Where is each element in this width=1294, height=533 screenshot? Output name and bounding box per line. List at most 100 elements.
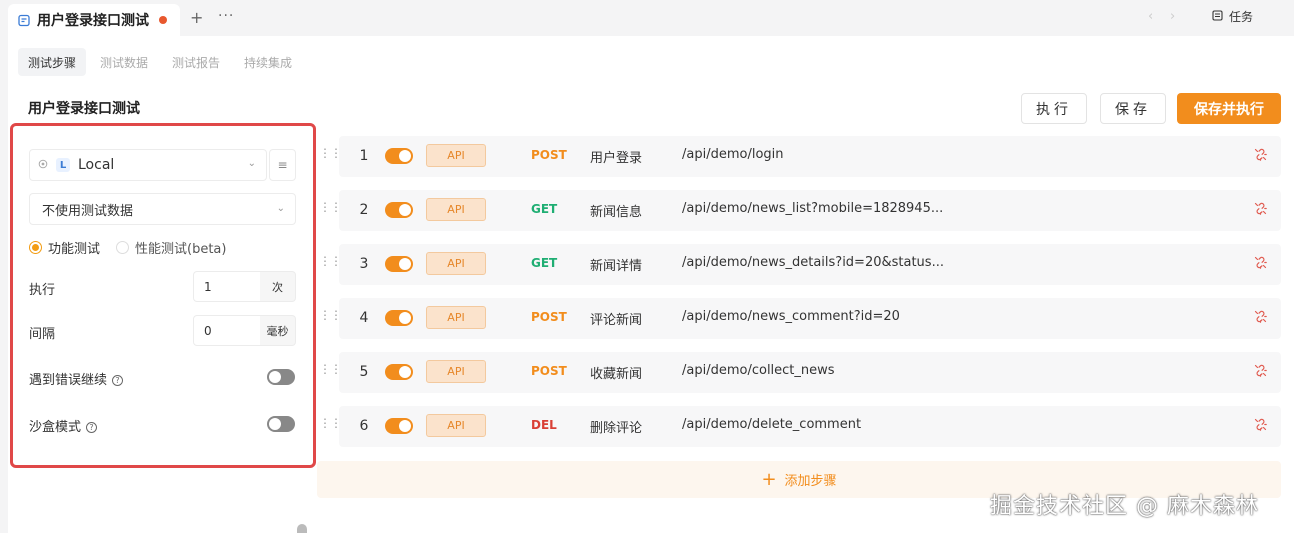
step-name: 用户登录: [590, 151, 643, 166]
step-enable-toggle[interactable]: [385, 148, 413, 164]
scrollbar-thumb[interactable]: [297, 524, 307, 533]
chevron-down-icon: ⌄: [276, 203, 285, 214]
nav-forward-icon[interactable]: ›: [1170, 9, 1175, 24]
functional-test-radio[interactable]: [29, 241, 42, 254]
unlink-icon[interactable]: [1254, 202, 1267, 219]
add-step-label: 添加步骤: [784, 474, 837, 489]
step-row[interactable]: ⋮⋮ 1 API POST 用户登录/api/demo/login: [319, 136, 1281, 177]
plus-icon: +: [761, 468, 777, 490]
environment-menu-button[interactable]: ≡: [269, 149, 296, 181]
step-url: /api/demo/news_details?id=20&status...: [682, 255, 944, 270]
step-name: 评论新闻: [590, 313, 643, 328]
page-title: 用户登录接口测试: [28, 101, 140, 117]
task-icon: [1212, 9, 1223, 24]
tab-test-report[interactable]: 测试报告: [162, 48, 230, 76]
step-index: 4: [359, 310, 369, 326]
performance-test-label: 性能测试(beta): [135, 242, 227, 257]
step-enable-toggle[interactable]: [385, 202, 413, 218]
test-data-value: 不使用测试数据: [42, 203, 134, 219]
drag-handle-icon[interactable]: ⋮⋮: [319, 309, 342, 321]
step-type-badge: API: [426, 414, 486, 437]
sub-tabs: 测试步骤 测试数据 测试报告 持续集成: [18, 48, 302, 76]
unlink-icon[interactable]: [1254, 148, 1267, 165]
drag-handle-icon[interactable]: ⋮⋮: [319, 147, 342, 159]
step-enable-toggle[interactable]: [385, 364, 413, 380]
step-row[interactable]: ⋮⋮ 4 API POST 评论新闻/api/demo/news_comment?id=…: [319, 298, 1281, 339]
step-row[interactable]: ⋮⋮ 5 API POST 收藏新闻/api/demo/collect_news: [319, 352, 1281, 393]
step-url: /api/demo/login: [682, 147, 784, 162]
test-mode-group: 功能测试 性能测试(beta): [29, 238, 226, 257]
step-type-badge: API: [426, 306, 486, 329]
step-url: /api/demo/delete_comment: [682, 417, 862, 432]
task-label: 任务: [1229, 10, 1254, 24]
nav-back-icon[interactable]: ‹: [1148, 9, 1153, 24]
environment-icon: [38, 157, 48, 173]
help-icon[interactable]: ?: [86, 422, 98, 433]
sandbox-switch[interactable]: [267, 416, 295, 432]
step-enable-toggle[interactable]: [385, 418, 413, 434]
continue-on-error-switch[interactable]: [267, 369, 295, 385]
unsaved-dot-icon: [159, 16, 167, 24]
add-tab-button[interactable]: +: [190, 10, 203, 26]
tab-bar: 用户登录接口测试 + ··· ‹ › 任务: [0, 0, 1294, 36]
step-name: 新闻详情: [590, 259, 643, 274]
step-index: 2: [359, 202, 369, 218]
menu-icon: ≡: [277, 158, 288, 172]
http-method: DEL: [531, 418, 557, 432]
http-method: POST: [531, 310, 567, 324]
tab-test-steps[interactable]: 测试步骤: [18, 48, 87, 76]
drag-handle-icon[interactable]: ⋮⋮: [319, 363, 342, 375]
save-and-run-button[interactable]: 保存并执行: [1177, 93, 1281, 124]
continue-on-error-label: 遇到错误继续?: [29, 369, 124, 388]
run-button[interactable]: 执行: [1021, 93, 1087, 124]
tab-test-data[interactable]: 测试数据: [90, 48, 158, 76]
step-row[interactable]: ⋮⋮ 6 API DEL 删除评论/api/demo/delete_comment: [319, 406, 1281, 447]
main-panel: 测试步骤 测试数据 测试报告 持续集成 用户登录接口测试 执行 保存 保存并执行…: [8, 36, 1294, 533]
step-enable-toggle[interactable]: [385, 310, 413, 326]
document-tab-title: 用户登录接口测试: [37, 13, 149, 29]
step-name: 新闻信息: [590, 205, 643, 220]
test-case-icon: [18, 14, 31, 27]
drag-handle-icon[interactable]: ⋮⋮: [319, 201, 342, 213]
step-row[interactable]: ⋮⋮ 2 API GET 新闻信息/api/demo/news_list?mobile=…: [319, 190, 1281, 231]
sandbox-label: 沙盒模式?: [29, 416, 98, 435]
step-type-badge: API: [426, 252, 486, 275]
help-icon[interactable]: ?: [112, 375, 124, 386]
step-index: 5: [359, 364, 369, 380]
unlink-icon[interactable]: [1254, 418, 1267, 435]
functional-test-label: 功能测试: [48, 242, 101, 257]
http-method: POST: [531, 364, 567, 378]
environment-select[interactable]: L Local ⌄: [29, 149, 267, 181]
environment-badge: L: [56, 158, 70, 172]
more-tabs-button[interactable]: ···: [218, 8, 234, 24]
interval-input[interactable]: 0: [193, 315, 261, 346]
environment-name: Local: [78, 157, 115, 173]
drag-handle-icon[interactable]: ⋮⋮: [319, 255, 342, 267]
unlink-icon[interactable]: [1254, 256, 1267, 273]
exec-count-label: 执行: [29, 283, 56, 298]
run-config-panel: L Local ⌄ ≡ 不使用测试数据 ⌄ 功能测试 性能测试(beta) 执行…: [10, 123, 316, 468]
step-type-badge: API: [426, 360, 486, 383]
step-enable-toggle[interactable]: [385, 256, 413, 272]
chevron-down-icon: ⌄: [247, 158, 256, 169]
step-name: 删除评论: [590, 421, 643, 436]
watermark: 掘金技术社区 @ 麻木森林: [990, 494, 1259, 519]
step-url: /api/demo/collect_news: [682, 363, 835, 378]
http-method: POST: [531, 148, 567, 162]
step-row[interactable]: ⋮⋮ 3 API GET 新闻详情/api/demo/news_details?id=2…: [319, 244, 1281, 285]
exec-count-input[interactable]: 1: [193, 271, 261, 302]
drag-handle-icon[interactable]: ⋮⋮: [319, 417, 342, 429]
step-url: /api/demo/news_list?mobile=1828945...: [682, 201, 944, 216]
step-url: /api/demo/news_comment?id=20: [682, 309, 900, 324]
unlink-icon[interactable]: [1254, 364, 1267, 381]
performance-test-radio[interactable]: [116, 241, 130, 254]
http-method: GET: [531, 256, 558, 270]
tab-continuous-integration[interactable]: 持续集成: [234, 48, 302, 76]
step-type-badge: API: [426, 198, 486, 221]
test-data-select[interactable]: 不使用测试数据 ⌄: [29, 193, 296, 225]
unlink-icon[interactable]: [1254, 310, 1267, 327]
task-button[interactable]: 任务: [1212, 8, 1253, 25]
document-tab[interactable]: 用户登录接口测试: [8, 4, 180, 36]
save-button[interactable]: 保存: [1100, 93, 1166, 124]
step-index: 1: [359, 148, 369, 164]
